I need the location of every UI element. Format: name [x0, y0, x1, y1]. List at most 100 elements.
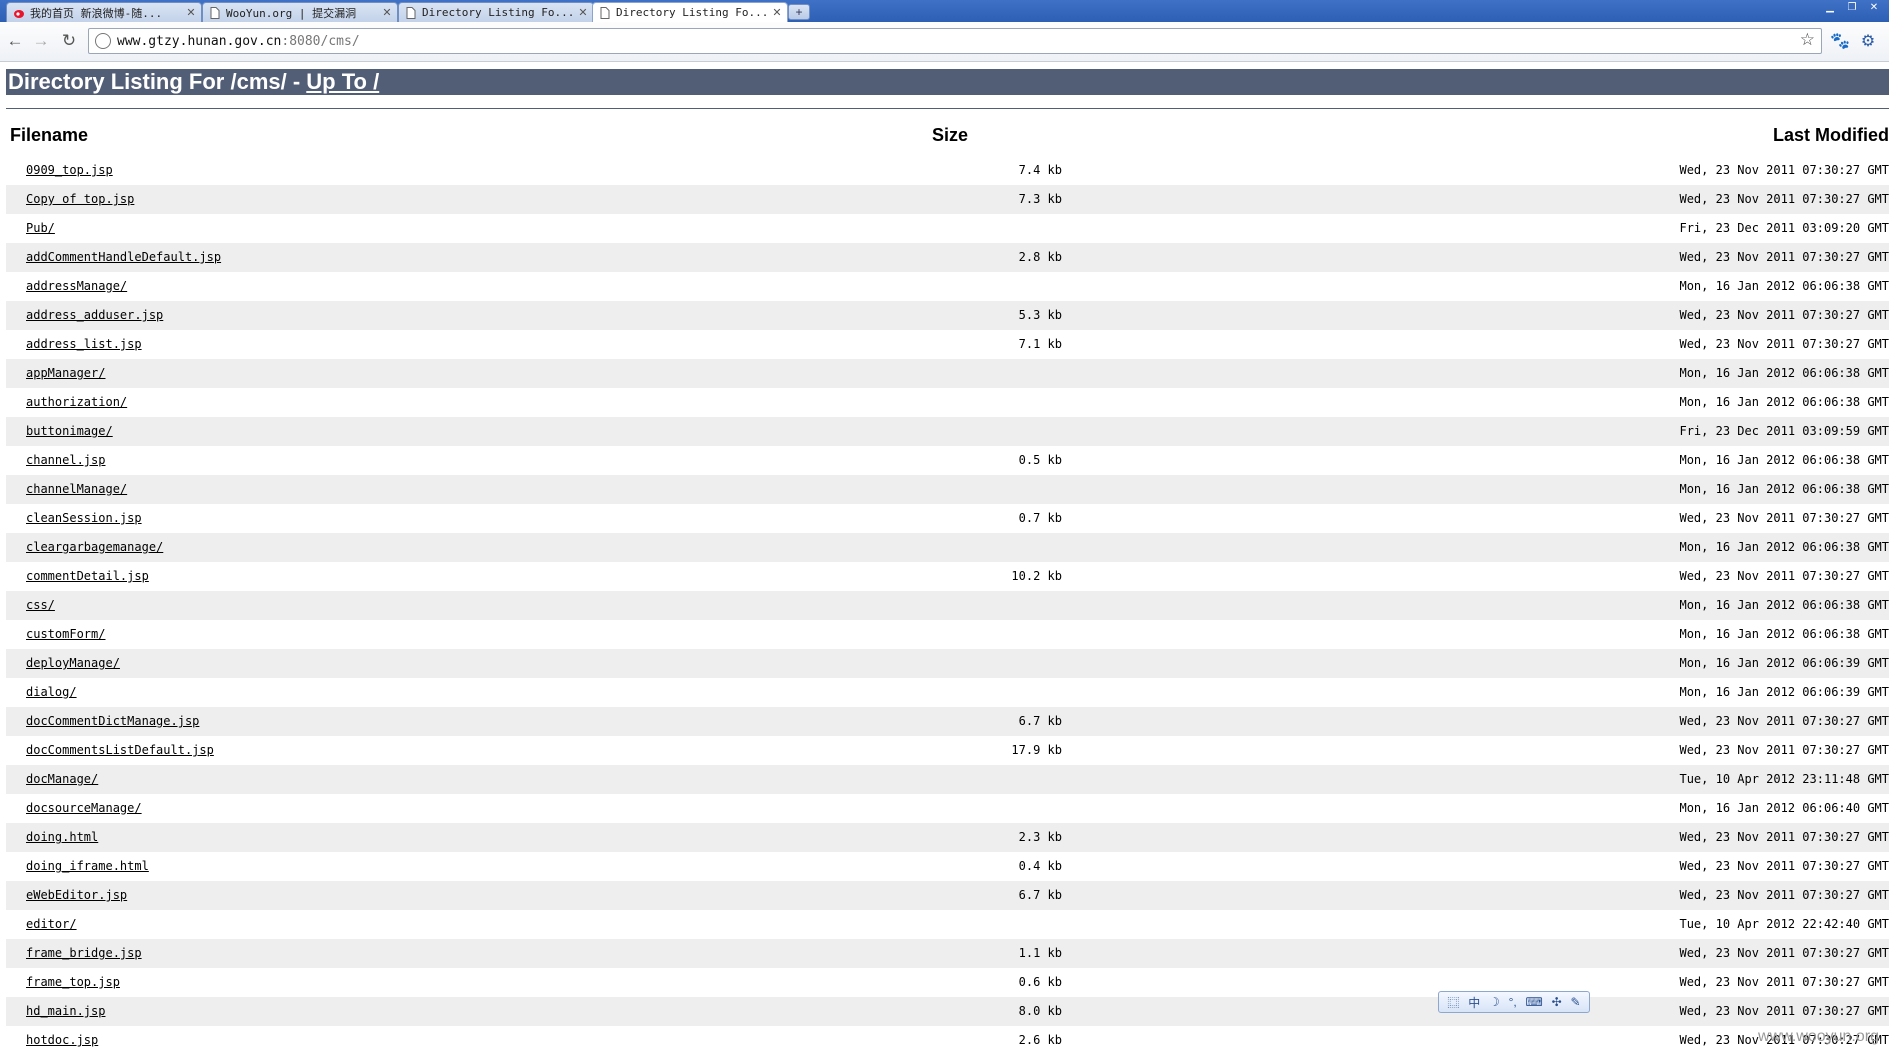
globe-icon	[95, 33, 111, 49]
table-row: frame_top.jsp 0.6 kb Wed, 23 Nov 2011 07:3…	[6, 968, 1889, 997]
file-size: 7.3 kb	[1018, 192, 1062, 206]
file-last-modified: Wed, 23 Nov 2011 07:30:27 GMT	[1679, 308, 1889, 322]
file-last-modified: Tue, 10 Apr 2012 23:11:48 GMT	[1679, 772, 1889, 786]
file-last-modified: Tue, 10 Apr 2012 22:42:40 GMT	[1679, 917, 1889, 931]
file-last-modified: Wed, 23 Nov 2011 07:30:27 GMT	[1679, 743, 1889, 757]
tab-strip: 我的首页 新浪微博-随... ✕ WooYun.org | 提交漏洞 ✕ Dir…	[0, 0, 1889, 22]
ime-toolbar[interactable]: ⿴中 ☽ °, ⌨ ✣ ✎	[1438, 991, 1590, 1013]
ime-button[interactable]: °,	[1509, 995, 1517, 1009]
file-size: 6.7 kb	[1018, 888, 1062, 902]
forward-arrow-icon[interactable]: →	[30, 30, 52, 52]
file-size: 2.8 kb	[1018, 250, 1062, 264]
close-icon[interactable]: ✕	[380, 6, 394, 19]
file-link[interactable]: customForm/	[26, 620, 105, 649]
ime-button[interactable]: ✣	[1552, 995, 1562, 1009]
file-link[interactable]: commentDetail.jsp	[26, 562, 149, 591]
new-tab-button[interactable]: +	[788, 4, 810, 20]
ime-button[interactable]: ☽	[1489, 995, 1500, 1009]
file-size: 0.7 kb	[1018, 511, 1062, 525]
page-icon	[405, 6, 417, 19]
close-icon[interactable]: ✕	[184, 6, 198, 19]
file-link[interactable]: doing.html	[26, 823, 98, 852]
close-icon[interactable]: ✕	[770, 6, 784, 19]
file-link[interactable]: address_list.jsp	[26, 330, 142, 359]
url-text[interactable]: www.gtzy.hunan.gov.cn:8080/cms/	[117, 34, 360, 49]
file-link[interactable]: docManage/	[26, 765, 98, 794]
file-link[interactable]: channelManage/	[26, 475, 127, 504]
paw-extension-icon[interactable]: 🐾	[1828, 30, 1852, 54]
close-icon[interactable]: ✕	[576, 6, 590, 19]
tab-label: Directory Listing Fo...	[616, 6, 769, 19]
table-row: channel.jsp 0.5 kb Mon, 16 Jan 2012 06:06:…	[6, 446, 1889, 475]
url-host: www.gtzy.hunan.gov.cn	[117, 33, 282, 49]
file-link[interactable]: Copy of top.jsp	[26, 185, 134, 214]
file-link[interactable]: Pub/	[26, 214, 55, 243]
file-link[interactable]: hotdoc.jsp	[26, 1026, 98, 1049]
file-link[interactable]: deployManage/	[26, 649, 120, 678]
file-link[interactable]: cleargarbagemanage/	[26, 533, 163, 562]
column-header-last-modified: Last Modified	[1773, 125, 1889, 145]
back-arrow-icon[interactable]: ←	[4, 30, 26, 52]
restore-icon[interactable]: ❐	[1842, 1, 1862, 15]
file-link[interactable]: authorization/	[26, 388, 127, 417]
tab-directory-listing-1[interactable]: Directory Listing Fo... ✕	[398, 2, 594, 22]
table-row: address_adduser.jsp 5.3 kb Wed, 23 Nov 201…	[6, 301, 1889, 330]
file-link[interactable]: appManager/	[26, 359, 105, 388]
page-content: Directory Listing For /cms/ - Up To / Fi…	[0, 62, 1889, 1049]
file-link[interactable]: addCommentHandleDefault.jsp	[26, 243, 221, 272]
file-link[interactable]: frame_bridge.jsp	[26, 939, 142, 968]
table-row: doing_iframe.html 0.4 kb Wed, 23 Nov 2011 …	[6, 852, 1889, 881]
file-link[interactable]: docCommentDictManage.jsp	[26, 707, 199, 736]
file-link[interactable]: 0909_top.jsp	[26, 156, 113, 185]
file-last-modified: Mon, 16 Jan 2012 06:06:38 GMT	[1679, 279, 1889, 293]
file-link[interactable]: buttonimage/	[26, 417, 113, 446]
minimize-icon[interactable]: ▁	[1820, 1, 1840, 15]
file-link[interactable]: docCommentsListDefault.jsp	[26, 736, 214, 765]
file-link[interactable]: hd_main.jsp	[26, 997, 105, 1026]
file-last-modified: Mon, 16 Jan 2012 06:06:38 GMT	[1679, 366, 1889, 380]
file-last-modified: Wed, 23 Nov 2011 07:30:27 GMT	[1679, 946, 1889, 960]
up-to-root-link[interactable]: Up To /	[306, 69, 379, 94]
window-close-icon[interactable]: ✕	[1864, 1, 1884, 15]
table-row: cleargarbagemanage/Mon, 16 Jan 2012 06:0…	[6, 533, 1889, 562]
file-last-modified: Mon, 16 Jan 2012 06:06:38 GMT	[1679, 598, 1889, 612]
ime-button[interactable]: ⌨	[1526, 995, 1543, 1009]
table-row: appManager/Mon, 16 Jan 2012 06:06:38 GMT	[6, 359, 1889, 388]
settings-extension-icon[interactable]: ⚙	[1856, 30, 1880, 54]
reload-icon[interactable]: ↻	[58, 30, 80, 52]
ime-button[interactable]: 中	[1468, 994, 1480, 1011]
file-last-modified: Wed, 23 Nov 2011 07:30:27 GMT	[1679, 569, 1889, 583]
file-last-modified: Wed, 23 Nov 2011 07:30:27 GMT	[1679, 714, 1889, 728]
file-size: 8.0 kb	[1018, 1004, 1062, 1018]
file-link[interactable]: editor/	[26, 910, 77, 939]
file-link[interactable]: address_adduser.jsp	[26, 301, 163, 330]
page-icon	[599, 6, 611, 19]
ime-button[interactable]: ⿴	[1447, 994, 1459, 1011]
file-link[interactable]: frame_top.jsp	[26, 968, 120, 997]
table-row: addCommentHandleDefault.jsp 2.8 kb Wed, 23…	[6, 243, 1889, 272]
file-last-modified: Wed, 23 Nov 2011 07:30:27 GMT	[1679, 337, 1889, 351]
tab-wooyun[interactable]: WooYun.org | 提交漏洞 ✕	[202, 2, 398, 22]
file-size: 2.6 kb	[1018, 1033, 1062, 1047]
file-link[interactable]: doing_iframe.html	[26, 852, 149, 881]
file-last-modified: Wed, 23 Nov 2011 07:30:27 GMT	[1679, 859, 1889, 873]
table-row: channelManage/Mon, 16 Jan 2012 06:06:38 …	[6, 475, 1889, 504]
tab-weibo[interactable]: 我的首页 新浪微博-随... ✕	[6, 2, 202, 22]
file-link[interactable]: css/	[26, 591, 55, 620]
file-last-modified: Mon, 16 Jan 2012 06:06:40 GMT	[1679, 801, 1889, 815]
file-link[interactable]: docsourceManage/	[26, 794, 142, 823]
address-bar[interactable]: www.gtzy.hunan.gov.cn:8080/cms/ ☆	[88, 28, 1822, 54]
table-row: docsourceManage/Mon, 16 Jan 2012 06:06:4…	[6, 794, 1889, 823]
column-header-filename: Filename	[10, 125, 89, 145]
bookmark-star-icon[interactable]: ☆	[1800, 30, 1815, 50]
file-last-modified: Mon, 16 Jan 2012 06:06:38 GMT	[1679, 540, 1889, 554]
file-last-modified: Wed, 23 Nov 2011 07:30:27 GMT	[1679, 192, 1889, 206]
ime-button[interactable]: ✎	[1571, 995, 1581, 1009]
file-link[interactable]: dialog/	[26, 678, 77, 707]
file-link[interactable]: cleanSession.jsp	[26, 504, 142, 533]
tab-directory-listing-active[interactable]: Directory Listing Fo... ✕	[592, 2, 788, 22]
file-link[interactable]: channel.jsp	[26, 446, 105, 475]
file-link[interactable]: eWebEditor.jsp	[26, 881, 127, 910]
file-link[interactable]: addressManage/	[26, 272, 127, 301]
table-row: hd_main.jsp 8.0 kb Wed, 23 Nov 2011 07:30:…	[6, 997, 1889, 1026]
